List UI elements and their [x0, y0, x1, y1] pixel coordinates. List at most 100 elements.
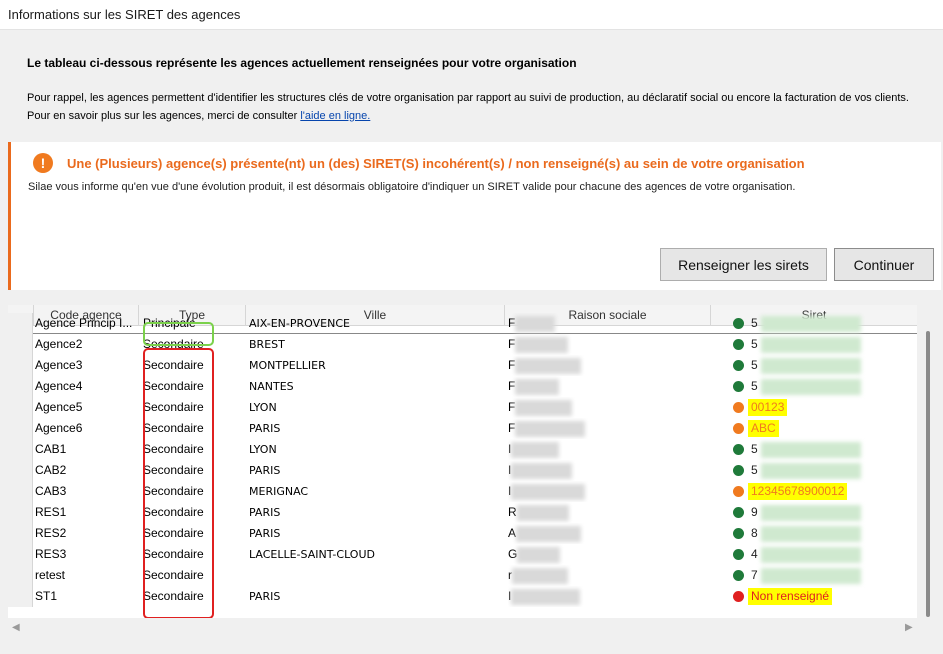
siret-status-icon	[733, 549, 744, 560]
cell-ville: AIX-EN-PROVENCE	[249, 317, 350, 330]
redacted-block	[516, 504, 569, 521]
scroll-right-icon[interactable]: ▶	[905, 622, 913, 633]
cell-code-agence: Agence4	[35, 379, 83, 393]
cell-siret: 5	[748, 378, 864, 395]
principal-highlight-frame	[143, 322, 214, 346]
cell-raison-sociale: F	[508, 376, 708, 397]
siret-text: 5	[751, 463, 758, 477]
raison-sociale-text: F	[508, 400, 516, 414]
siret-text: 12345678900012	[751, 484, 845, 498]
raison-sociale-text: G	[508, 547, 518, 561]
secondary-highlight-frame	[143, 348, 214, 618]
cell-ville: MERIGNAC	[249, 485, 309, 498]
siret-text: 4	[751, 547, 758, 561]
online-help-link[interactable]: l'aide en ligne.	[300, 110, 370, 122]
title-bar: Informations sur les SIRET des agences	[0, 0, 943, 30]
cell-siret: 9	[748, 504, 864, 521]
redacted-block	[511, 588, 581, 605]
siret-text: 5	[751, 442, 758, 456]
intro-line1: Pour rappel, les agences permettent d'id…	[27, 92, 909, 104]
cell-code-agence: RES1	[35, 505, 67, 519]
cell-siret: 5	[748, 357, 864, 374]
dialog-window: Informations sur les SIRET des agences L…	[0, 0, 943, 654]
cell-ville	[249, 565, 503, 586]
row-selector[interactable]	[8, 586, 33, 607]
intro-line2-prefix: Pour en savoir plus sur les agences, mer…	[27, 110, 301, 122]
raison-sociale-text: F	[508, 421, 516, 435]
raison-sociale-text: F	[508, 379, 516, 393]
siret-text: 5	[751, 337, 758, 351]
row-selector[interactable]	[8, 376, 33, 397]
row-selector[interactable]	[8, 313, 33, 334]
cell-raison-sociale: I	[508, 460, 708, 481]
redacted-block	[515, 399, 573, 416]
redacted-block	[760, 357, 861, 374]
fill-sirets-button[interactable]: Renseigner les sirets	[660, 248, 827, 281]
redacted-block	[760, 378, 861, 395]
horizontal-scrollbar[interactable]: ◀ ▶	[8, 620, 917, 636]
cell-raison-sociale: G	[508, 544, 708, 565]
siret-text: 8	[751, 526, 758, 540]
cell-siret: ABC	[748, 420, 779, 437]
siret-status-icon	[733, 318, 744, 329]
siret-status-icon	[733, 591, 744, 602]
cell-siret: 7	[748, 567, 864, 584]
row-selector[interactable]	[8, 418, 33, 439]
redacted-block	[517, 546, 561, 563]
cell-code-agence: RES3	[35, 547, 67, 561]
redacted-block	[511, 441, 560, 458]
cell-ville: LYON	[249, 443, 277, 456]
siret-text: ABC	[751, 421, 776, 435]
siret-text: 9	[751, 505, 758, 519]
redacted-block	[760, 567, 861, 584]
cell-raison-sociale: F	[508, 334, 708, 355]
redacted-block	[515, 420, 586, 437]
cell-code-agence: Agence5	[35, 400, 83, 414]
siret-text: 00123	[751, 400, 785, 414]
cell-siret: 4	[748, 546, 864, 563]
row-selector[interactable]	[8, 565, 33, 586]
row-selector[interactable]	[8, 355, 33, 376]
raison-sociale-text: A	[508, 526, 517, 540]
vertical-scroll-thumb[interactable]	[926, 331, 930, 617]
redacted-block	[515, 315, 556, 332]
redacted-block	[512, 567, 568, 584]
redacted-block	[760, 546, 861, 563]
cell-raison-sociale: F	[508, 355, 708, 376]
row-selector[interactable]	[8, 460, 33, 481]
siret-status-icon	[733, 444, 744, 455]
continue-button[interactable]: Continuer	[834, 248, 934, 281]
siret-status-icon	[733, 507, 744, 518]
row-selector[interactable]	[8, 502, 33, 523]
cell-siret: 8	[748, 525, 864, 542]
row-selector[interactable]	[8, 334, 33, 355]
intro-section: Le tableau ci-dessous représente les age…	[27, 56, 927, 125]
siret-status-icon	[733, 570, 744, 581]
cell-code-agence: ST1	[35, 589, 58, 603]
cell-ville: PARIS	[249, 590, 281, 603]
cell-raison-sociale: A	[508, 523, 708, 544]
redacted-block	[760, 462, 861, 479]
scroll-left-icon[interactable]: ◀	[12, 622, 20, 633]
cell-ville: PARIS	[249, 422, 281, 435]
row-selector[interactable]	[8, 523, 33, 544]
row-selector[interactable]	[8, 481, 33, 502]
cell-raison-sociale: F	[508, 397, 708, 418]
row-selector[interactable]	[8, 544, 33, 565]
row-selector[interactable]	[8, 439, 33, 460]
redacted-block	[760, 504, 861, 521]
cell-code-agence: RES2	[35, 526, 67, 540]
intro-heading: Le tableau ci-dessous représente les age…	[27, 56, 577, 70]
cell-code-agence: Agence6	[35, 421, 83, 435]
warning-text: Silae vous informe qu'en vue d'une évolu…	[28, 181, 796, 193]
redacted-block	[511, 483, 586, 500]
siret-status-icon	[733, 402, 744, 413]
siret-text: 5	[751, 358, 758, 372]
cell-raison-sociale: I	[508, 586, 708, 607]
row-selector[interactable]	[8, 397, 33, 418]
intro-line2: Pour en savoir plus sur les agences, mer…	[27, 107, 927, 125]
cell-code-agence: retest	[35, 568, 66, 582]
vertical-scrollbar[interactable]	[924, 305, 934, 618]
cell-code-agence: Agence Princip I...	[35, 316, 133, 330]
cell-code-agence: CAB2	[35, 463, 67, 477]
